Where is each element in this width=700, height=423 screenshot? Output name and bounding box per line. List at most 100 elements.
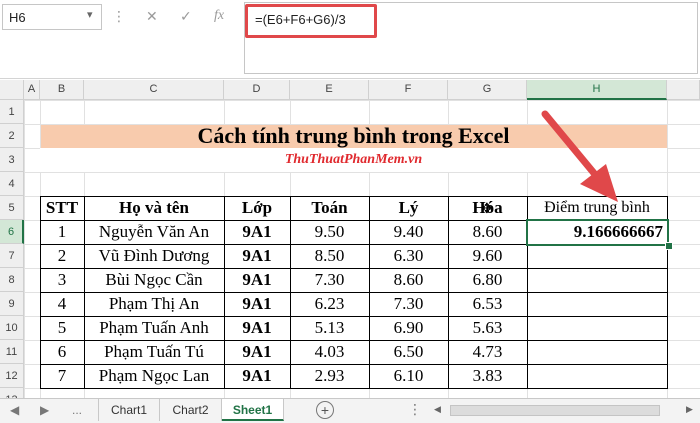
table-cell[interactable]: 9A1 [224, 244, 291, 269]
sheet-subtitle[interactable]: ThuThuatPhanMem.vn [40, 148, 667, 172]
table-cell[interactable]: 6.30 [369, 244, 449, 269]
row-header-8[interactable]: 8 [0, 268, 24, 292]
table-cell[interactable]: 9A1 [224, 316, 291, 341]
table-cell[interactable]: 8.60 [448, 220, 528, 245]
column-header-h[interactable]: H [527, 80, 667, 100]
name-box-value: H6 [9, 10, 26, 25]
table-header-cell[interactable]: STT [40, 196, 85, 221]
table-cell[interactable]: 9A1 [224, 292, 291, 317]
scrollbar-thumb[interactable] [450, 405, 660, 416]
row-header-2[interactable]: 2 [0, 124, 24, 148]
table-cell[interactable]: Nguyễn Văn An [84, 220, 225, 245]
table-cell[interactable]: Vũ Đình Dương [84, 244, 225, 269]
table-cell[interactable]: 7.30 [290, 268, 370, 293]
table-cell[interactable]: 9.60 [448, 244, 528, 269]
column-header-c[interactable]: C [84, 80, 224, 100]
table-header-cell[interactable]: Điểm trung bình [527, 196, 668, 221]
column-header-b[interactable]: B [40, 80, 84, 100]
table-cell[interactable]: 7.30 [369, 292, 449, 317]
fill-handle[interactable] [665, 242, 673, 250]
table-cell[interactable]: 9A1 [224, 268, 291, 293]
table-cell[interactable]: 6.10 [369, 364, 449, 389]
table-cell[interactable]: 5.13 [290, 316, 370, 341]
row-header-11[interactable]: 11 [0, 340, 24, 364]
average-cell[interactable] [527, 292, 668, 317]
scroll-right-icon[interactable]: ▶ [686, 404, 693, 415]
row-header-7[interactable]: 7 [0, 244, 24, 268]
tab-scroll-right-icon[interactable]: ▶ [40, 403, 49, 417]
table-cell[interactable]: 1 [40, 220, 85, 245]
table-cell[interactable]: 8.60 [369, 268, 449, 293]
table-cell[interactable]: 6.80 [448, 268, 528, 293]
table-cell[interactable]: Bùi Ngọc Cần [84, 268, 225, 293]
table-cell[interactable]: Phạm Tuấn Tú [84, 340, 225, 365]
table-cell[interactable]: 4.03 [290, 340, 370, 365]
table-cell[interactable]: 3.83 [448, 364, 528, 389]
enter-icon[interactable]: ✓ [180, 8, 192, 25]
tab-chart2[interactable]: Chart2 [160, 399, 222, 421]
select-all-corner[interactable] [0, 80, 24, 100]
spreadsheet-grid[interactable]: ABCDEFGH12345678910111213Cách tính trung… [0, 80, 700, 413]
row-header-4[interactable]: 4 [0, 172, 24, 196]
table-cell[interactable]: 2.93 [290, 364, 370, 389]
insert-function-icon[interactable]: fx [214, 8, 224, 24]
table-header-cell[interactable]: Toán [290, 196, 370, 221]
table-cell[interactable]: 8.50 [290, 244, 370, 269]
table-header-cell[interactable]: Họ và tên [84, 196, 225, 221]
table-cell[interactable]: 5 [40, 316, 85, 341]
table-header-cell[interactable]: Lý [369, 196, 449, 221]
column-header-g[interactable]: G [448, 80, 527, 100]
table-cell[interactable]: Phạm Ngọc Lan [84, 364, 225, 389]
tab-sheet1[interactable]: Sheet1 [222, 399, 284, 421]
column-header-e[interactable]: E [290, 80, 369, 100]
table-cell[interactable]: 7 [40, 364, 85, 389]
table-header-cell[interactable]: Lớp [224, 196, 291, 221]
row-header-10[interactable]: 10 [0, 316, 24, 340]
table-cell[interactable]: 5.63 [448, 316, 528, 341]
table-cell[interactable]: 4.73 [448, 340, 528, 365]
table-cell[interactable]: 4 [40, 292, 85, 317]
chevron-down-icon[interactable]: ▾ [87, 8, 93, 21]
table-cell[interactable]: 9.40 [369, 220, 449, 245]
table-cell[interactable]: 9A1 [224, 220, 291, 245]
table-cell[interactable]: 2 [40, 244, 85, 269]
scroll-left-icon[interactable]: ◀ [434, 404, 441, 415]
selected-cell-outline [526, 219, 669, 246]
table-cell[interactable]: 6 [40, 340, 85, 365]
average-cell[interactable] [527, 316, 668, 341]
formula-highlight-box [245, 4, 377, 38]
row-header-9[interactable]: 9 [0, 292, 24, 316]
table-cell[interactable]: 6.53 [448, 292, 528, 317]
horizontal-scrollbar[interactable]: ◀ ▶ [430, 404, 698, 418]
table-cell[interactable]: 3 [40, 268, 85, 293]
row-header-5[interactable]: 5 [0, 196, 24, 220]
average-cell[interactable] [527, 364, 668, 389]
row-header-1[interactable]: 1 [0, 100, 24, 124]
column-header-f[interactable]: F [369, 80, 448, 100]
average-cell[interactable] [527, 244, 668, 269]
row-header-6[interactable]: 6 [0, 220, 24, 244]
gridline-h [24, 172, 700, 173]
row-header-12[interactable]: 12 [0, 364, 24, 388]
table-cell[interactable]: Phạm Tuấn Anh [84, 316, 225, 341]
column-header-a[interactable]: A [24, 80, 40, 100]
more-options-icon: ⋮ [112, 8, 126, 24]
table-cell[interactable]: 6.23 [290, 292, 370, 317]
tab-scroll-left-icon[interactable]: ◀ [10, 403, 19, 417]
sheet-title[interactable]: Cách tính trung bình trong Excel [40, 124, 667, 148]
tab-chart1[interactable]: Chart1 [98, 399, 160, 421]
average-cell[interactable] [527, 340, 668, 365]
plus-circle-icon[interactable]: + [316, 401, 334, 419]
column-header-d[interactable]: D [224, 80, 290, 100]
row-header-3[interactable]: 3 [0, 148, 24, 172]
tab-more-icon[interactable]: ... [72, 403, 82, 417]
table-cell[interactable]: Phạm Thị An [84, 292, 225, 317]
cancel-icon[interactable]: ✕ [146, 8, 158, 25]
table-cell[interactable]: 9A1 [224, 340, 291, 365]
table-cell[interactable]: 9A1 [224, 364, 291, 389]
average-cell[interactable] [527, 268, 668, 293]
table-cell[interactable]: 6.50 [369, 340, 449, 365]
name-box[interactable]: H6 ▾ [2, 4, 102, 30]
table-cell[interactable]: 6.90 [369, 316, 449, 341]
table-cell[interactable]: 9.50 [290, 220, 370, 245]
